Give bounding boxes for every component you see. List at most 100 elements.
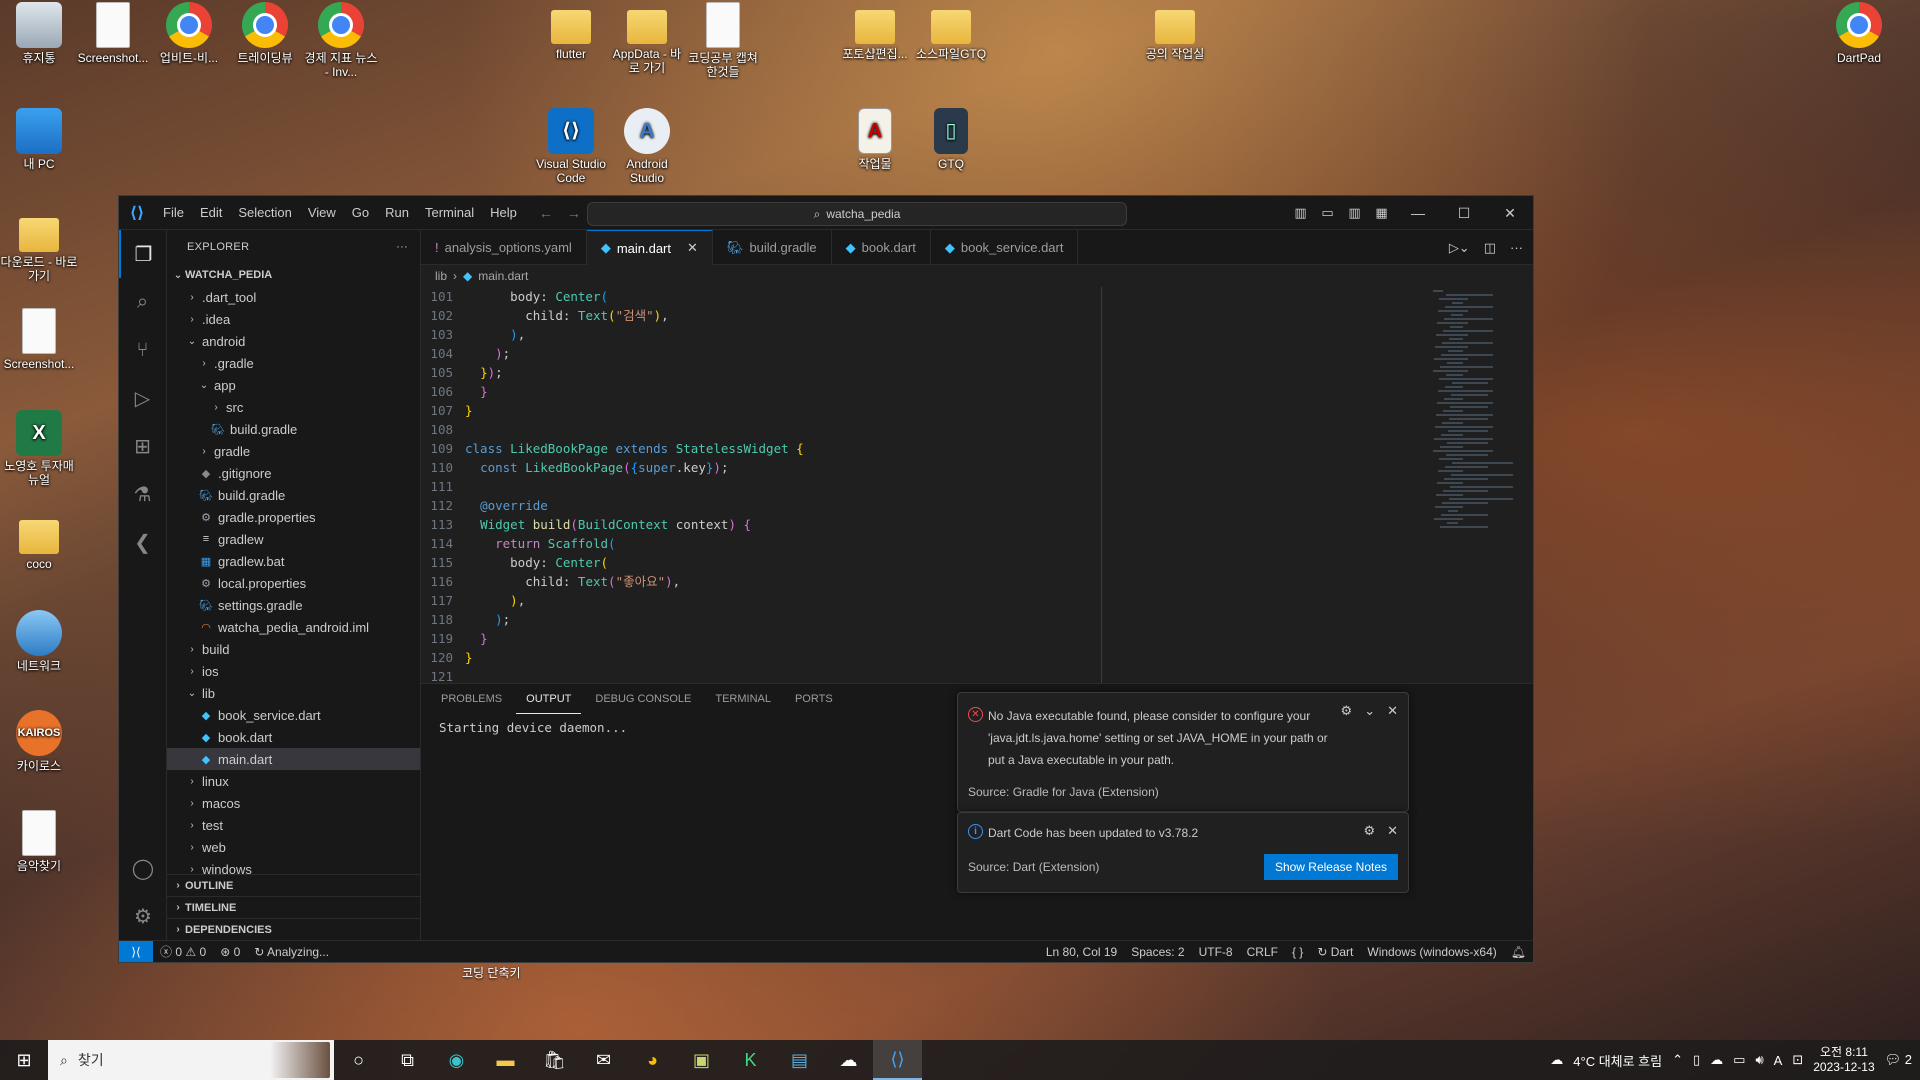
tree-folder[interactable]: › .idea [167, 308, 420, 330]
editor-tab[interactable]: ◆ book.dart [832, 230, 931, 265]
tree-folder[interactable]: › ios [167, 660, 420, 682]
indentation[interactable]: Spaces: 2 [1124, 945, 1191, 959]
toggle-secondary-sidebar-icon[interactable]: ▥ [1341, 205, 1368, 221]
ime-indicator[interactable]: A [1774, 1053, 1783, 1068]
notification-center-icon[interactable]: 💬︎ 2 [1885, 1052, 1912, 1068]
panel-tab[interactable]: PORTS [785, 684, 843, 714]
desktop-icon[interactable]: flutter [532, 2, 610, 61]
split-editor-icon[interactable]: ◫ [1484, 240, 1496, 256]
windows-start-icon[interactable]: ⊞ [0, 1050, 48, 1071]
more-actions-icon[interactable]: ··· [1510, 240, 1523, 255]
taskbar-search[interactable]: ⌕ 찾기 [48, 1040, 334, 1080]
clock[interactable]: 오전 8:11 2023-12-13 [1813, 1045, 1874, 1075]
run-debug-icon[interactable]: ▷ [119, 374, 166, 422]
analyzing-status[interactable]: ↻ Analyzing... [247, 945, 336, 959]
chrome-icon[interactable]: ◕ [628, 1040, 677, 1080]
editor-tab[interactable]: ◆ main.dart ✕ [586, 230, 713, 265]
editor-tab[interactable]: ! analysis_options.yaml [421, 230, 587, 265]
desktop-icon[interactable]: 트레이딩뷰 [226, 2, 304, 65]
more-actions-icon[interactable]: ··· [396, 241, 408, 253]
tree-file[interactable]: ◠ watcha_pedia_android.iml [167, 616, 420, 638]
tree-folder[interactable]: ⌄ lib [167, 682, 420, 704]
desktop-icon[interactable]: DartPad [1820, 2, 1898, 65]
desktop-icon[interactable]: 공의 작업실 [1136, 2, 1214, 61]
language-mode[interactable]: ↻ Dart [1310, 945, 1360, 959]
panel-tab[interactable]: OUTPUT [516, 685, 582, 714]
desktop-icon[interactable]: Screenshot... [74, 2, 152, 65]
desktop-icon[interactable]: X 노영호 투자매뉴얼 [0, 410, 78, 487]
device-selector[interactable]: Windows (windows-x64) [1360, 945, 1503, 959]
bell-icon[interactable]: 🔔︎ [1504, 945, 1533, 959]
minimap[interactable] [1433, 290, 1513, 530]
tree-file[interactable]: 🐘︎ build.gradle [167, 484, 420, 506]
chevron-down-icon[interactable]: ⌄ [1364, 703, 1375, 719]
menu-item[interactable]: Edit [192, 196, 230, 230]
app-icon[interactable]: ▤ [775, 1040, 824, 1080]
editor-tab[interactable]: ◆ book_service.dart [931, 230, 1079, 265]
edge-icon[interactable]: ◉ [432, 1040, 481, 1080]
store-icon[interactable]: 🛍︎ [530, 1040, 579, 1080]
sidebar-section-outline[interactable]: › OUTLINE [167, 874, 420, 896]
menu-item[interactable]: Terminal [417, 196, 482, 230]
desktop-icon[interactable]: 포토샵편집... [836, 2, 914, 61]
breadcrumb-file[interactable]: main.dart [478, 269, 528, 283]
game-app-icon[interactable]: ☁ [824, 1040, 873, 1080]
gear-icon[interactable]: ⚙ [1341, 703, 1353, 719]
panel-tab[interactable]: TERMINAL [705, 684, 781, 714]
desktop-icon[interactable]: AppData - 바로 가기 [608, 2, 686, 75]
keyboard-icon[interactable]: ⊡ [1792, 1052, 1803, 1068]
desktop-icon[interactable]: A 작업물 [836, 108, 914, 171]
device-icon[interactable]: ▯ [1693, 1052, 1700, 1068]
menu-item[interactable]: Run [377, 196, 417, 230]
desktop-icon[interactable]: A Android Studio [608, 108, 686, 185]
tree-file[interactable]: ⚙ local.properties [167, 572, 420, 594]
command-center[interactable]: ⌕ watcha_pedia [587, 202, 1127, 226]
customize-layout-icon[interactable]: ▦ [1368, 205, 1395, 221]
menu-item[interactable]: Go [344, 196, 377, 230]
language-status-braces[interactable]: { } [1285, 945, 1310, 959]
network-icon[interactable]: ▭ [1733, 1052, 1745, 1068]
photos-icon[interactable]: ▣ [677, 1040, 726, 1080]
menu-item[interactable]: Selection [230, 196, 299, 230]
desktop-icon[interactable]: 경제 지표 뉴스 - Inv... [302, 2, 380, 79]
desktop-icon[interactable]: 휴지통 [0, 2, 78, 65]
encoding[interactable]: UTF-8 [1192, 945, 1240, 959]
editor-tab[interactable]: 🐘︎ build.gradle [713, 230, 832, 265]
task-view-icon[interactable]: ⧉ [383, 1040, 432, 1080]
desktop-icon[interactable]: Screenshot... [0, 308, 78, 371]
desktop-icon[interactable]: 네트워크 [0, 610, 78, 673]
tree-file[interactable]: ▦ gradlew.bat [167, 550, 420, 572]
vscode-taskbar-icon[interactable]: ⟨⟩ [873, 1040, 922, 1080]
explorer-icon[interactable]: ❐ [119, 230, 166, 278]
close-window-button[interactable]: ✕ [1487, 205, 1533, 222]
chevron-up-icon[interactable]: ⌃ [1672, 1052, 1683, 1068]
search-view-icon[interactable]: ⌕ [119, 278, 166, 326]
tree-folder[interactable]: › src [167, 396, 420, 418]
kotlin-app-icon[interactable]: K [726, 1040, 775, 1080]
cursor-position[interactable]: Ln 80, Col 19 [1039, 945, 1124, 959]
tree-folder[interactable]: › .gradle [167, 352, 420, 374]
volume-icon[interactable]: 🔊︎ [1755, 1052, 1763, 1068]
panel-tab[interactable]: PROBLEMS [431, 684, 512, 714]
sidebar-section-timeline[interactable]: › TIMELINE [167, 896, 420, 918]
cloud-icon[interactable]: ☁ [1710, 1052, 1723, 1068]
forward-arrow-icon[interactable]: → [567, 205, 581, 221]
testing-icon[interactable]: ⚗ [119, 470, 166, 518]
close-tab-icon[interactable]: ✕ [687, 240, 698, 256]
close-icon[interactable]: ✕ [1387, 823, 1398, 839]
weather-icon[interactable]: ☁ [1550, 1052, 1563, 1068]
desktop-icon[interactable]: KAIROS 카이로스 [0, 710, 78, 773]
extensions-icon[interactable]: ⊞ [119, 422, 166, 470]
tree-file[interactable]: 🐘︎ settings.gradle [167, 594, 420, 616]
tree-file[interactable]: ◆ book_service.dart [167, 704, 420, 726]
tree-folder[interactable]: › gradle [167, 440, 420, 462]
tree-folder[interactable]: › web [167, 836, 420, 858]
ports-status[interactable]: ⊛ 0 [213, 945, 247, 959]
desktop-icon[interactable]: 음악찾기 [0, 810, 78, 873]
tree-folder[interactable]: › test [167, 814, 420, 836]
desktop-icon[interactable]: ▯ GTQ [912, 108, 990, 171]
desktop-icon[interactable]: ⟨⟩ Visual Studio Code [532, 108, 610, 185]
tree-file[interactable]: ≡ gradlew [167, 528, 420, 550]
toggle-sidebar-icon[interactable]: ▥ [1287, 205, 1314, 221]
workspace-root[interactable]: ⌄ WATCHA_PEDIA [167, 264, 420, 286]
